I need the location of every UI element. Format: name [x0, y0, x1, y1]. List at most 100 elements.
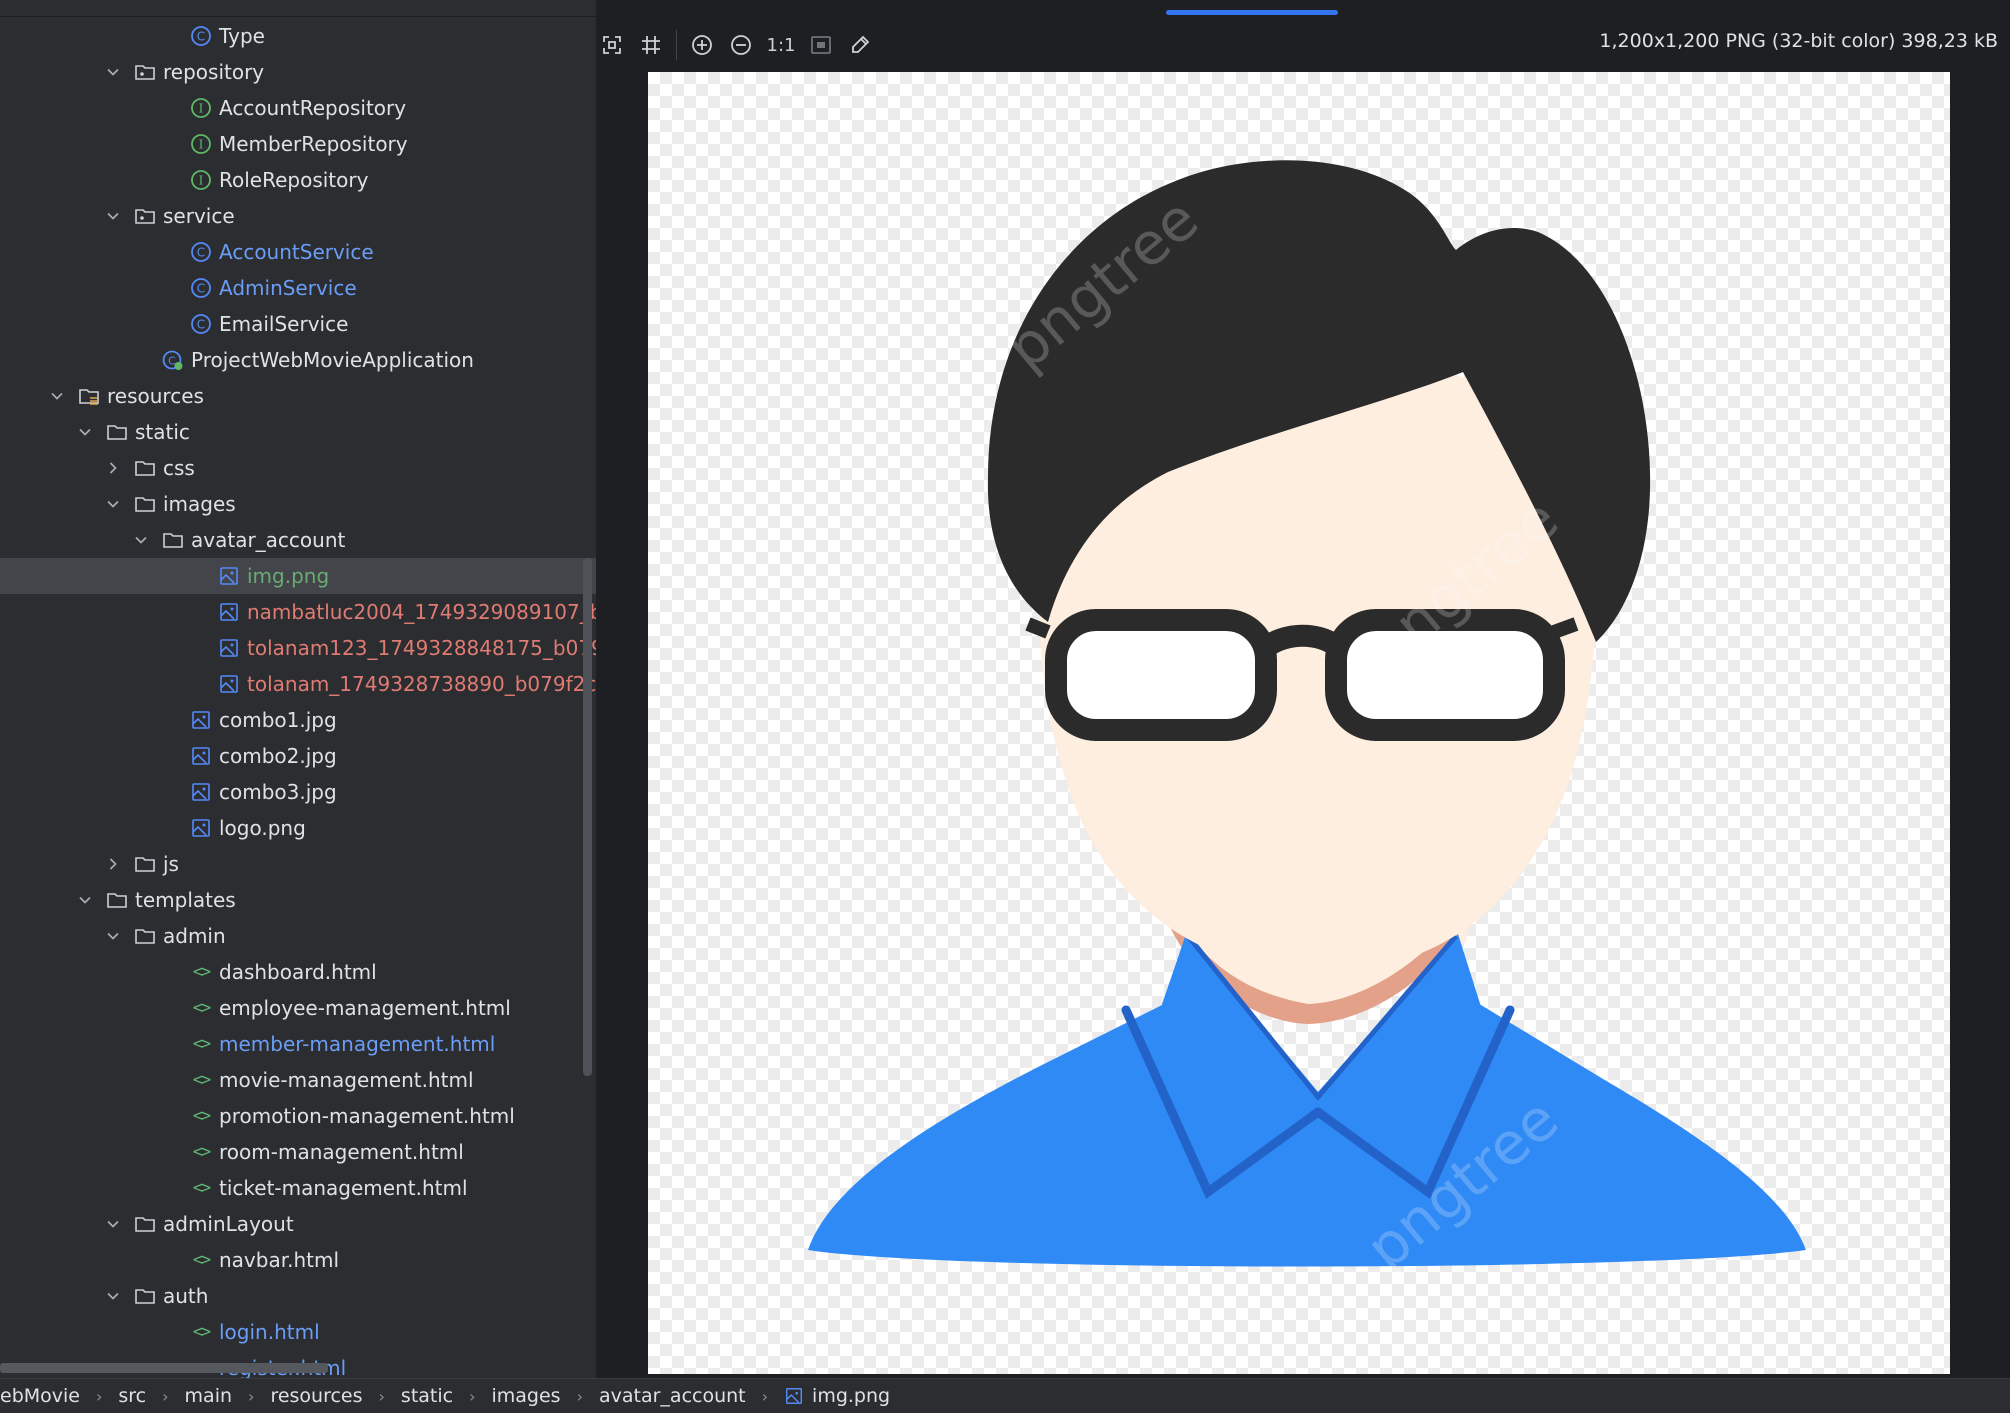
tree-item[interactable]: <> ticket-management.html: [0, 1170, 596, 1206]
tree-item[interactable]: C AdminService: [0, 270, 596, 306]
background-toggle-icon[interactable]: [805, 29, 837, 61]
zoom-in-icon[interactable]: [686, 29, 718, 61]
tree-item[interactable]: C EmailService: [0, 306, 596, 342]
tree-item[interactable]: combo1.jpg: [0, 702, 596, 738]
tree-item[interactable]: css: [0, 450, 596, 486]
chevron-down-icon[interactable]: [106, 65, 120, 79]
tree-item[interactable]: nambatluc2004_1749329089107_b079f2: [0, 594, 596, 630]
tree-item[interactable]: adminLayout: [0, 1206, 596, 1242]
tree-item[interactable]: templates: [0, 882, 596, 918]
chevron-down-icon[interactable]: [78, 893, 92, 907]
tree-item[interactable]: I MemberRepository: [0, 126, 596, 162]
chevron-right-icon[interactable]: [106, 857, 120, 871]
chevron-down-icon[interactable]: [106, 209, 120, 223]
tree-item[interactable]: <> navbar.html: [0, 1242, 596, 1278]
chevron-down-icon[interactable]: [106, 929, 120, 943]
tree-item[interactable]: static: [0, 414, 596, 450]
html-file-icon: <>: [192, 1250, 212, 1270]
tree-item-label: tolanam_1749328738890_b079f2c0-c2a: [247, 672, 596, 696]
tree-item[interactable]: <> promotion-management.html: [0, 1098, 596, 1134]
tree-item[interactable]: img.png: [0, 558, 596, 594]
panel-top-border: [0, 0, 596, 17]
breadcrumb-item[interactable]: resources: [270, 1385, 362, 1407]
tree-item[interactable]: auth: [0, 1278, 596, 1314]
tree-item-label: tolanam123_1749328848175_b079f2c0-c: [247, 636, 596, 660]
tree-item[interactable]: tolanam_1749328738890_b079f2c0-c2a: [0, 666, 596, 702]
tree-item[interactable]: C ProjectWebMovieApplication: [0, 342, 596, 378]
image-file-icon: [784, 1386, 804, 1406]
image-viewer-toolbar: 1:1: [596, 28, 883, 62]
chevron-down-icon[interactable]: [106, 1289, 120, 1303]
tree-item[interactable]: <> login.html: [0, 1314, 596, 1350]
folder-icon: [134, 925, 156, 947]
chevron-down-icon[interactable]: [106, 1217, 120, 1231]
tree-item-label: member-management.html: [219, 1032, 496, 1056]
avatar-image: pngtree pngtree pngtree: [808, 160, 1806, 1283]
html-file-icon: <>: [192, 1142, 212, 1162]
tree-item[interactable]: <> movie-management.html: [0, 1062, 596, 1098]
color-picker-icon[interactable]: [844, 29, 876, 61]
tree-item[interactable]: resources: [0, 378, 596, 414]
chevron-down-icon[interactable]: [106, 497, 120, 511]
tree-vertical-scrollbar[interactable]: [583, 558, 592, 1076]
tree-item[interactable]: <> room-management.html: [0, 1134, 596, 1170]
project-tool-window: C Type repository I AccountRepository I Member…: [0, 0, 596, 1378]
tree-item-label: AccountRepository: [219, 96, 407, 120]
interface-icon: I: [190, 133, 212, 155]
actual-size-button[interactable]: 1:1: [764, 29, 798, 61]
tree-item[interactable]: js: [0, 846, 596, 882]
tree-item[interactable]: <> dashboard.html: [0, 954, 596, 990]
tree-item[interactable]: I RoleRepository: [0, 162, 596, 198]
breadcrumb-item[interactable]: avatar_account: [599, 1385, 746, 1407]
chevron-right-icon[interactable]: [106, 461, 120, 475]
tree-item-label: RoleRepository: [219, 168, 369, 192]
spring-app-icon: C: [162, 349, 184, 371]
breadcrumb-item[interactable]: images: [492, 1385, 561, 1407]
breadcrumb-item[interactable]: static: [401, 1385, 453, 1407]
image-canvas[interactable]: pngtree pngtree pngtree: [648, 72, 1950, 1374]
tree-item[interactable]: C Type: [0, 18, 596, 54]
tree-item[interactable]: <> employee-management.html: [0, 990, 596, 1026]
tree-item[interactable]: tolanam123_1749328848175_b079f2c0-c: [0, 630, 596, 666]
chevron-down-icon[interactable]: [50, 389, 64, 403]
navigation-breadcrumb: ebMovie › src › main › resources › static › images…: [0, 1378, 2010, 1413]
zoom-out-icon[interactable]: [725, 29, 757, 61]
fit-to-window-icon[interactable]: [596, 29, 628, 61]
tree-item-label: repository: [163, 60, 265, 84]
folder-icon: [134, 457, 156, 479]
breadcrumb-item[interactable]: img.png: [784, 1385, 890, 1407]
tree-item[interactable]: avatar_account: [0, 522, 596, 558]
tree-item[interactable]: repository: [0, 54, 596, 90]
breadcrumb-item[interactable]: main: [185, 1385, 232, 1407]
tree-item[interactable]: <> member-management.html: [0, 1026, 596, 1062]
tree-item[interactable]: images: [0, 486, 596, 522]
tree-item[interactable]: service: [0, 198, 596, 234]
tree-item[interactable]: admin: [0, 918, 596, 954]
class-icon: C: [190, 313, 212, 335]
tree-item-label: templates: [135, 888, 236, 912]
tree-item[interactable]: C AccountService: [0, 234, 596, 270]
tree-item[interactable]: combo2.jpg: [0, 738, 596, 774]
breadcrumb-item[interactable]: src: [118, 1385, 146, 1407]
chevron-down-icon[interactable]: [134, 533, 148, 547]
grid-icon[interactable]: [635, 29, 667, 61]
tree-item-label: room-management.html: [219, 1140, 464, 1164]
tree-item[interactable]: combo3.jpg: [0, 774, 596, 810]
tree-item[interactable]: I AccountRepository: [0, 90, 596, 126]
interface-icon: I: [190, 97, 212, 119]
chevron-down-icon[interactable]: [78, 425, 92, 439]
image-file-icon: [190, 817, 212, 839]
tree-item[interactable]: logo.png: [0, 810, 596, 846]
breadcrumb-item[interactable]: ebMovie: [0, 1385, 80, 1407]
tree-horizontal-scrollbar[interactable]: [0, 1363, 328, 1373]
tree-item-label: service: [163, 204, 235, 228]
